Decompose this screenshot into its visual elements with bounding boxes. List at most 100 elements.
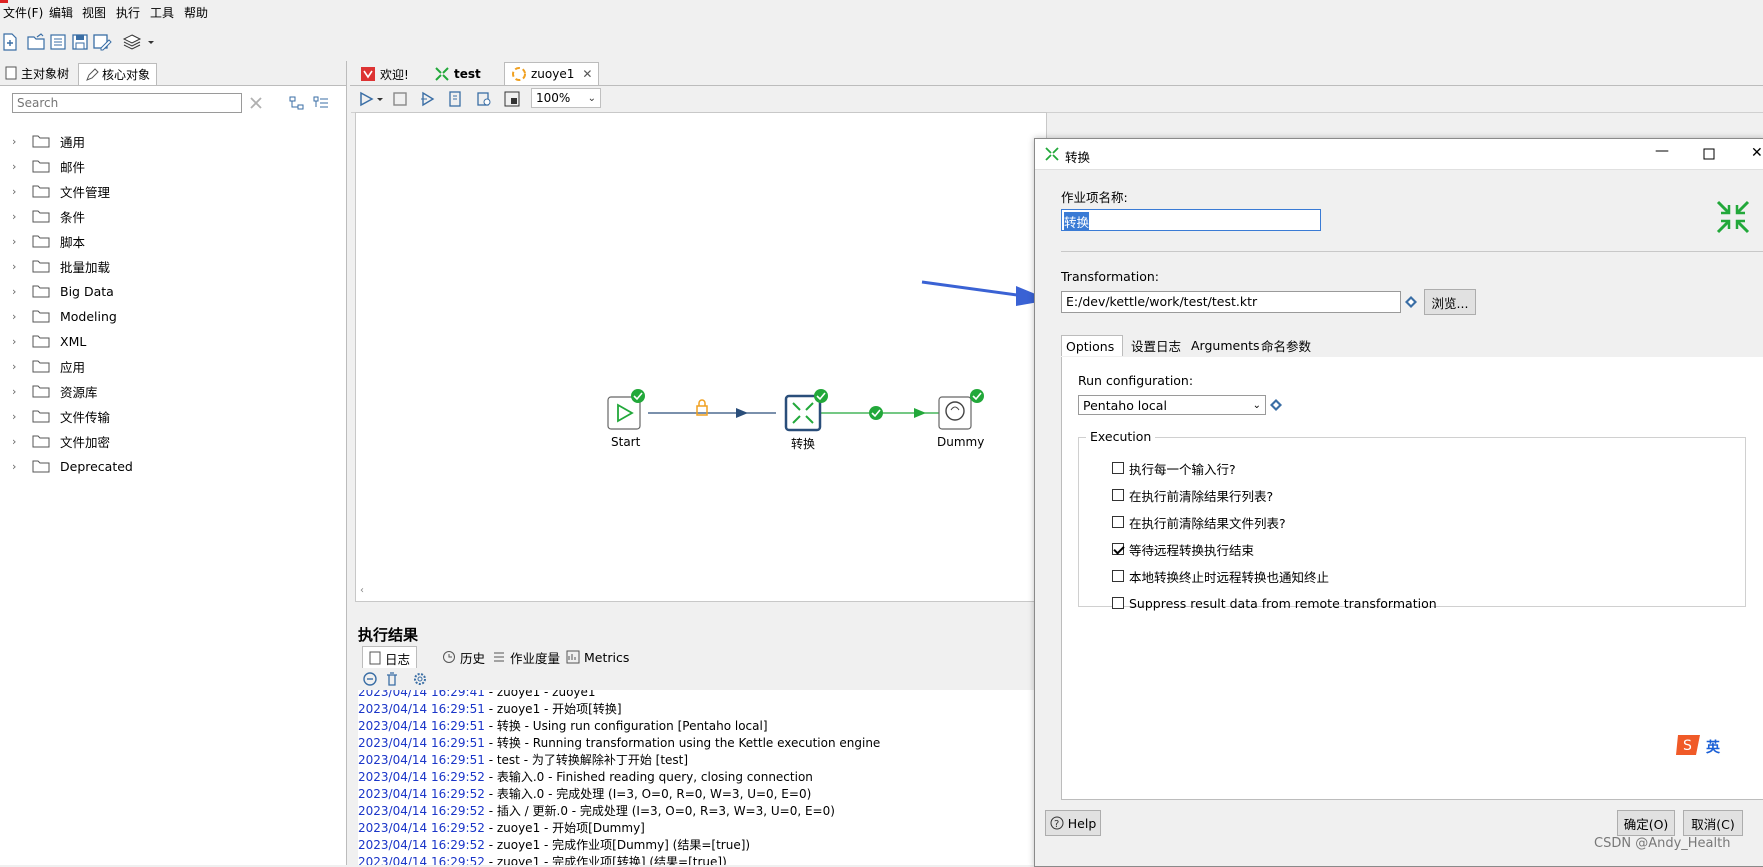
tab-log[interactable]: 日志 [362, 646, 418, 669]
tab-options[interactable]: Options [1061, 335, 1123, 356]
tree-folder-item[interactable]: › Big Data [12, 280, 114, 302]
chevron-right-icon[interactable]: › [12, 310, 32, 323]
tab-arguments[interactable]: Arguments [1191, 335, 1260, 355]
maximize-icon[interactable] [1703, 148, 1715, 160]
chevron-right-icon[interactable]: › [12, 460, 32, 473]
tab-test[interactable]: test [428, 63, 487, 85]
ok-button[interactable]: 确定(O) [1617, 810, 1675, 836]
menu-run[interactable]: 执行 [116, 4, 140, 21]
chevron-right-icon[interactable]: › [12, 360, 32, 373]
checkbox[interactable] [1112, 489, 1124, 501]
chevron-right-icon[interactable]: › [12, 185, 32, 198]
close-icon[interactable]: ✕ [1751, 145, 1763, 161]
tree-folder-item[interactable]: › 邮件 [12, 155, 85, 177]
tab-named-parameters[interactable]: 命名参数 [1261, 335, 1311, 355]
collapse-tree-icon[interactable] [312, 95, 330, 111]
hop-arrow-green-icon [914, 408, 926, 418]
execution-option[interactable]: 在执行前清除结果行列表? [1112, 486, 1273, 504]
tree-folder-item[interactable]: › 文件加密 [12, 430, 110, 452]
new-file-icon[interactable] [0, 32, 20, 52]
layers-icon[interactable] [122, 32, 142, 52]
chevron-right-icon[interactable]: › [12, 385, 32, 398]
menu-tools[interactable]: 工具 [150, 4, 174, 21]
tree-folder-item[interactable]: › XML [12, 330, 86, 352]
chevron-right-icon[interactable]: › [12, 235, 32, 248]
settings-gear-icon[interactable] [412, 671, 428, 687]
tab-main-object-tree[interactable]: 主对象树 [4, 63, 69, 83]
menu-help[interactable]: 帮助 [184, 4, 208, 21]
execution-option[interactable]: 执行每一个输入行? [1112, 459, 1236, 477]
explore-repository-icon[interactable] [48, 32, 68, 52]
checkbox[interactable] [1112, 570, 1124, 582]
execution-log[interactable]: 2023/04/14 16:29:41 - zuoye1 - zuoye1 202… [358, 690, 1048, 865]
preview-icon[interactable] [419, 90, 437, 108]
execution-option[interactable]: Suppress result data from remote transfo… [1112, 594, 1437, 612]
menu-view[interactable]: 视图 [82, 4, 106, 21]
close-tab-icon[interactable]: ✕ [582, 67, 592, 81]
tree-folder-item[interactable]: › 文件传输 [12, 405, 110, 427]
zoom-select[interactable]: 100% ⌄ [531, 88, 601, 108]
chevron-right-icon[interactable]: › [12, 160, 32, 173]
tab-logging[interactable]: 设置日志 [1131, 335, 1181, 355]
tree-folder-item[interactable]: › 条件 [12, 205, 85, 227]
clear-log-icon[interactable] [362, 671, 378, 687]
tree-folder-item[interactable]: › 通用 [12, 130, 85, 152]
tab-welcome[interactable]: 欢迎! [354, 63, 415, 85]
chevron-right-icon[interactable]: › [12, 335, 32, 348]
run-dropdown-icon[interactable] [375, 90, 385, 108]
checkbox[interactable] [1112, 543, 1124, 555]
cancel-button[interactable]: 取消(C) [1683, 810, 1743, 836]
tree-folder-item[interactable]: › Modeling [12, 305, 117, 327]
help-button[interactable]: ? Help [1045, 810, 1101, 836]
execution-option[interactable]: 本地转换终止时远程转换也通知终止 [1112, 567, 1329, 585]
minimize-icon[interactable]: — [1655, 143, 1669, 159]
tree-folder-item[interactable]: › 文件管理 [12, 180, 110, 202]
expand-tree-icon[interactable] [288, 95, 306, 111]
tab-core-objects[interactable]: 核心对象 [78, 63, 158, 85]
tab-job-metrics[interactable]: 作业度量 [492, 646, 560, 668]
tree-folder-item[interactable]: › 批量加载 [12, 255, 110, 277]
job-entry-name-input[interactable]: 转换 [1061, 209, 1321, 231]
save-as-icon[interactable] [92, 32, 112, 52]
save-icon[interactable] [70, 32, 90, 52]
tree-folder-item[interactable]: › Deprecated [12, 455, 133, 477]
chevron-right-icon[interactable]: › [12, 135, 32, 148]
align-icon[interactable] [503, 90, 521, 108]
browse-button[interactable]: 浏览... [1424, 289, 1476, 315]
start-node[interactable] [607, 389, 645, 430]
tab-metrics[interactable]: Metrics [566, 646, 629, 668]
chevron-right-icon[interactable]: › [12, 435, 32, 448]
execution-option-label: 在执行前清除结果文件列表? [1129, 515, 1286, 531]
chevron-right-icon[interactable]: › [12, 260, 32, 273]
search-input[interactable] [12, 93, 242, 113]
chevron-right-icon[interactable]: › [12, 285, 32, 298]
clear-search-icon[interactable] [248, 95, 264, 111]
execution-option[interactable]: 等待远程转换执行结束 [1112, 540, 1254, 558]
chevron-right-icon[interactable]: › [12, 410, 32, 423]
sql-icon[interactable] [475, 90, 493, 108]
job-canvas[interactable]: Start 转换 Dummy ‹ [355, 112, 1047, 602]
chevron-right-icon[interactable]: › [12, 210, 32, 223]
tab-history[interactable]: 历史 [442, 646, 485, 668]
tree-folder-item[interactable]: › 应用 [12, 355, 85, 377]
open-folder-icon[interactable] [26, 32, 46, 52]
execution-option[interactable]: 在执行前清除结果文件列表? [1112, 513, 1286, 531]
transform-node[interactable] [784, 389, 828, 432]
tree-folder-item[interactable]: › 脚本 [12, 230, 85, 252]
menu-file[interactable]: 文件(F) [3, 4, 43, 21]
transformation-path-input[interactable]: E:/dev/kettle/work/test/test.ktr [1061, 291, 1401, 313]
menu-edit[interactable]: 编辑 [49, 4, 73, 21]
checkbox[interactable] [1112, 516, 1124, 528]
trash-icon[interactable] [384, 671, 400, 687]
layers-dropdown-icon[interactable] [146, 32, 156, 52]
scroll-left-icon[interactable]: ‹ [360, 585, 364, 596]
tab-zuoye1[interactable]: zuoye1 ✕ [504, 62, 600, 85]
checkbox[interactable] [1112, 462, 1124, 474]
dummy-node[interactable] [938, 389, 984, 430]
stop-icon[interactable] [391, 90, 409, 108]
run-icon[interactable] [357, 90, 375, 108]
run-configuration-select[interactable]: Pentaho local ⌄ [1078, 395, 1266, 415]
tree-folder-item[interactable]: › 资源库 [12, 380, 98, 402]
debug-icon[interactable] [447, 90, 465, 108]
checkbox[interactable] [1112, 597, 1124, 609]
